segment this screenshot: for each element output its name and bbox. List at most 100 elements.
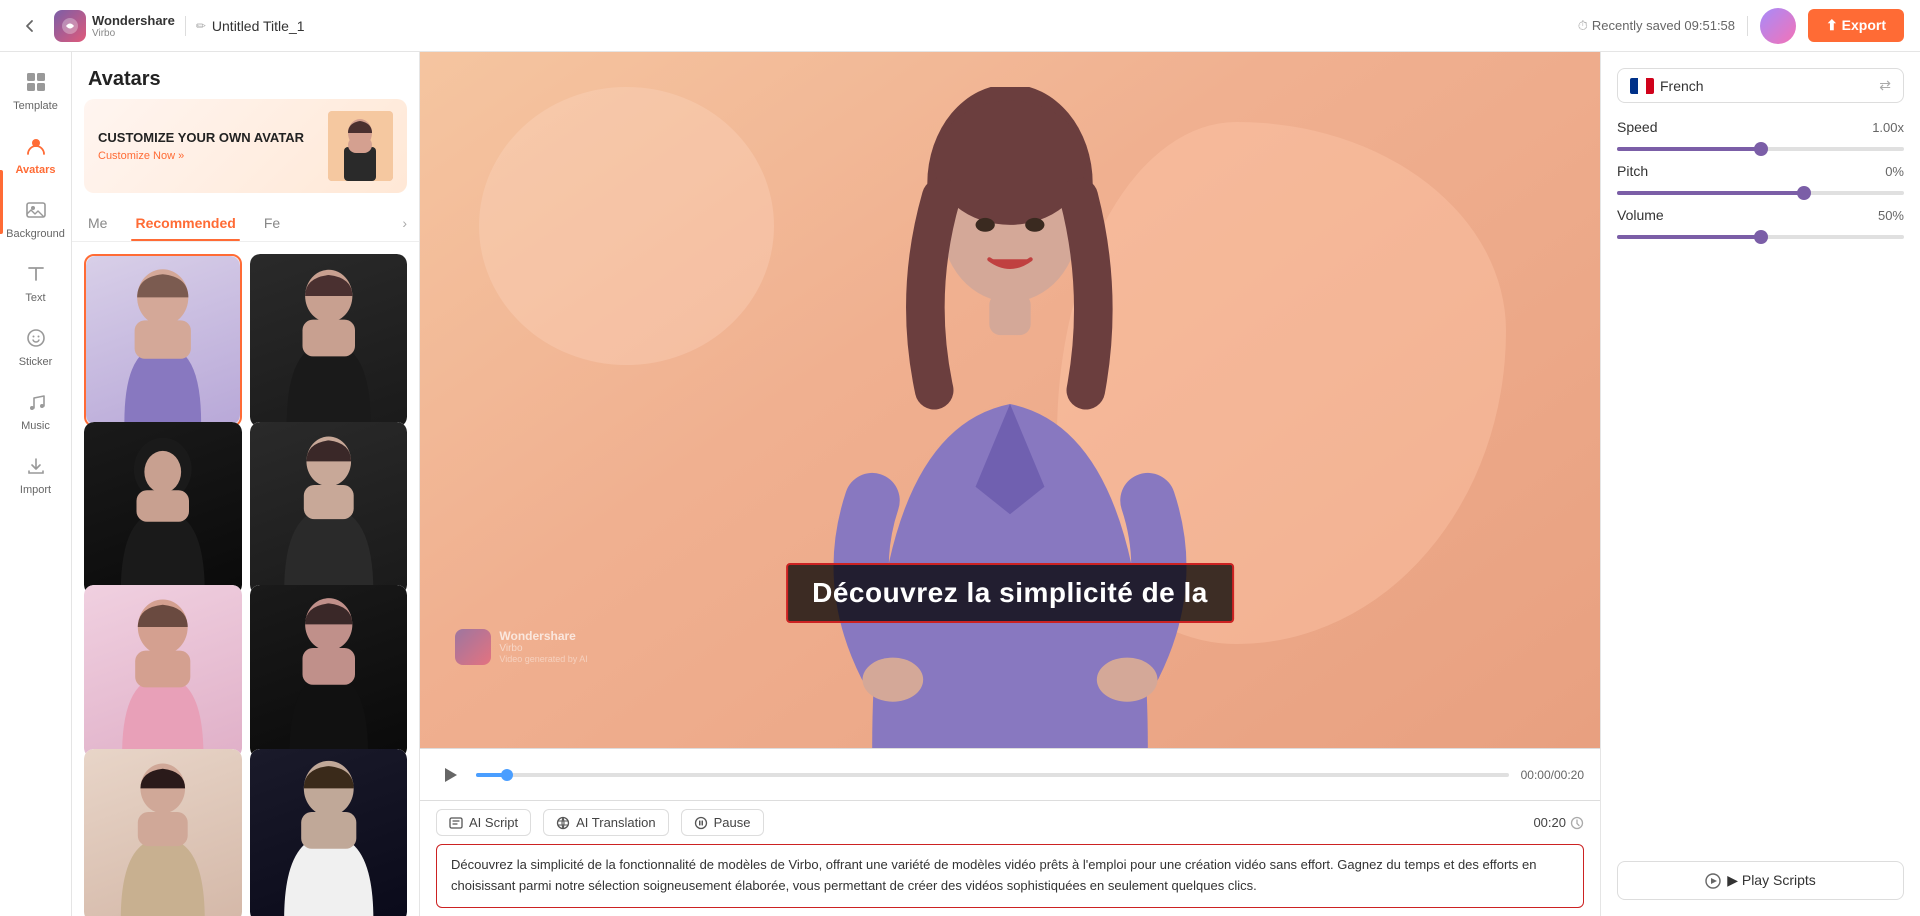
pitch-label: Pitch (1617, 163, 1648, 179)
sticker-label: Sticker (19, 356, 53, 368)
sidebar-item-import[interactable]: Import (4, 444, 68, 504)
avatars-panel: Avatars CUSTOMIZE YOUR OWN AVATAR Custom… (72, 52, 420, 916)
tabs-arrow[interactable]: › (402, 215, 407, 231)
pause-button[interactable]: Pause (681, 809, 764, 836)
sidebar-item-avatars[interactable]: Avatars (4, 124, 68, 184)
customize-text: CUSTOMIZE YOUR OWN AVATAR Customize Now … (98, 130, 328, 163)
sidebar-item-text[interactable]: Text (4, 252, 68, 312)
avatar-card-4[interactable] (250, 422, 408, 595)
watermark-text: Wondershare Virbo Video generated by AI (499, 629, 587, 664)
tab-recommended[interactable]: Recommended (131, 205, 239, 241)
language-name: French (1660, 78, 1879, 94)
template-icon (22, 68, 50, 96)
volume-fill (1617, 235, 1761, 239)
back-button[interactable] (16, 12, 44, 40)
avatar-grid (72, 242, 419, 916)
avatar-card-1[interactable] (84, 254, 242, 427)
speed-value: 1.00x (1872, 120, 1904, 135)
speed-fill (1617, 147, 1761, 151)
speed-thumb[interactable] (1754, 142, 1768, 156)
timeline-bar: 00:00/00:20 (420, 748, 1600, 800)
speed-track (1617, 147, 1904, 151)
sidebar-item-template[interactable]: Template (4, 60, 68, 120)
saved-status: ⏱ Recently saved 09:51:58 (1578, 18, 1735, 34)
avatar-card-5[interactable] (84, 585, 242, 758)
bg-blob-2 (479, 87, 774, 366)
text-label: Text (25, 292, 45, 304)
pitch-track (1617, 191, 1904, 195)
text-icon (22, 260, 50, 288)
pitch-thumb[interactable] (1797, 186, 1811, 200)
volume-slider-row: Volume 50% (1617, 207, 1904, 239)
volume-track (1617, 235, 1904, 239)
timeline-thumb[interactable] (501, 769, 513, 781)
subtitle-box: Découvrez la simplicité de la (786, 563, 1234, 623)
divider (1747, 16, 1748, 36)
import-label: Import (20, 484, 51, 496)
video-canvas: Découvrez la simplicité de la Wondershar… (420, 52, 1600, 748)
script-content[interactable]: Découvrez la simplicité de la fonctionna… (436, 844, 1584, 908)
avatar-card-7[interactable] (84, 749, 242, 916)
play-scripts-label: ▶ Play Scripts (1727, 872, 1816, 889)
topbar-right: ⏱ Recently saved 09:51:58 ⬆ Export (966, 8, 1904, 44)
doc-title-text[interactable]: Untitled Title_1 (212, 18, 305, 34)
logo-icon (54, 10, 86, 42)
ai-script-button[interactable]: AI Script (436, 809, 531, 836)
import-icon (22, 452, 50, 480)
speed-label: Speed (1617, 119, 1657, 135)
avatar-card-6[interactable] (250, 585, 408, 758)
avatar-card-3[interactable] (84, 422, 242, 595)
volume-value: 50% (1878, 208, 1904, 223)
pitch-slider-row: Pitch 0% (1617, 163, 1904, 195)
background-label: Background (6, 228, 65, 240)
customize-title: CUSTOMIZE YOUR OWN AVATAR (98, 130, 328, 147)
topbar: Wondershare Virbo ✏ Untitled Title_1 ⏱ R… (0, 0, 1920, 52)
app-logo: Wondershare Virbo (54, 10, 175, 42)
sidebar-icons: Template Avatars Background Text Sticker (0, 52, 72, 916)
user-avatar-button[interactable] (1760, 8, 1796, 44)
pitch-fill (1617, 191, 1804, 195)
watermark-icon (455, 629, 491, 665)
title-divider (185, 16, 186, 36)
play-scripts-button[interactable]: ▶ Play Scripts (1617, 861, 1904, 900)
french-flag (1630, 78, 1654, 94)
play-button[interactable] (436, 761, 464, 789)
slider-group: Speed 1.00x Pitch 0% (1617, 119, 1904, 239)
background-icon (22, 196, 50, 224)
pitch-value: 0% (1885, 164, 1904, 179)
topbar-left: Wondershare Virbo ✏ Untitled Title_1 (16, 10, 954, 42)
avatar-card-8[interactable] (250, 749, 408, 916)
customize-link[interactable]: Customize Now » (98, 150, 328, 162)
ai-translation-button[interactable]: AI Translation (543, 809, 669, 836)
edit-icon: ✏ (196, 19, 206, 33)
script-toolbar: AI Script AI Translation Pause 00:20 (436, 809, 1584, 836)
main-layout: Template Avatars Background Text Sticker (0, 52, 1920, 916)
volume-thumb[interactable] (1754, 230, 1768, 244)
time-display: 00:00/00:20 (1521, 768, 1584, 782)
customize-banner[interactable]: CUSTOMIZE YOUR OWN AVATAR Customize Now … (84, 99, 407, 193)
avatars-icon (22, 132, 50, 160)
music-icon (22, 388, 50, 416)
sidebar-item-background[interactable]: Background (4, 188, 68, 248)
customize-avatar-img (328, 111, 393, 181)
subtitle-text: Découvrez la simplicité de la (812, 577, 1208, 608)
export-button[interactable]: ⬆ Export (1808, 9, 1904, 42)
language-selector[interactable]: French ⇄ (1617, 68, 1904, 103)
video-watermark: Wondershare Virbo Video generated by AI (455, 629, 587, 665)
volume-label: Volume (1617, 207, 1664, 223)
logo-text: Wondershare Virbo (92, 13, 175, 39)
script-bar: AI Script AI Translation Pause 00:20 Déc… (420, 800, 1600, 916)
swap-icon: ⇄ (1879, 77, 1891, 94)
doc-title: ✏ Untitled Title_1 (196, 18, 305, 34)
avatar-card-2[interactable] (250, 254, 408, 427)
sidebar-item-music[interactable]: Music (4, 380, 68, 440)
tab-fe[interactable]: Fe (260, 205, 284, 241)
sidebar-item-sticker[interactable]: Sticker (4, 316, 68, 376)
avatars-title: Avatars (72, 52, 419, 99)
music-label: Music (21, 420, 50, 432)
speed-slider-row: Speed 1.00x (1617, 119, 1904, 151)
timeline-track[interactable] (476, 773, 1509, 777)
tab-me[interactable]: Me (84, 205, 111, 241)
active-indicator (0, 170, 3, 234)
main-content: Découvrez la simplicité de la Wondershar… (420, 52, 1600, 916)
